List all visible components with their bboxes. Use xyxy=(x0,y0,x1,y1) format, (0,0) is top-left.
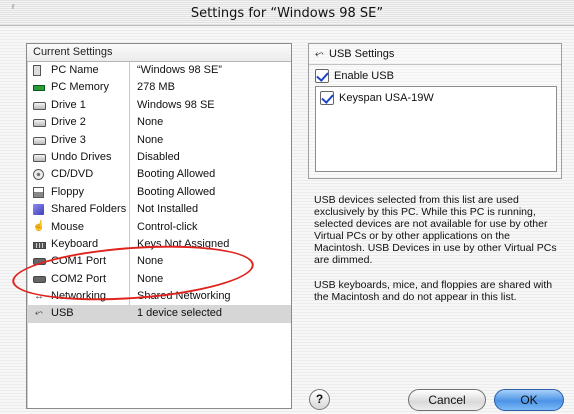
pc-icon xyxy=(33,65,41,76)
setting-value: Booting Allowed xyxy=(137,185,216,198)
drive-icon xyxy=(33,101,46,110)
undo-drive-icon xyxy=(33,153,46,162)
setting-name: COM1 Port xyxy=(51,255,107,268)
serial-port-icon xyxy=(33,258,46,266)
setting-value: None xyxy=(137,116,164,129)
networking-icon: ↔ xyxy=(34,290,44,302)
settings-row-networking[interactable]: ↔ Networking Shared Networking xyxy=(27,288,291,305)
drive-icon xyxy=(33,119,46,128)
mouse-icon: ☝ xyxy=(32,221,46,233)
serial-port-icon xyxy=(33,275,46,283)
current-settings-list: Current Settings PC Name “Windows 98 SE”… xyxy=(26,43,292,409)
setting-name: Drive 2 xyxy=(51,116,86,129)
window-title: Settings for “Windows 98 SE” xyxy=(190,6,384,21)
setting-name: Networking xyxy=(51,290,107,303)
setting-value: Windows 98 SE xyxy=(137,98,215,111)
settings-row-shared-folders[interactable]: Shared Folders Not Installed xyxy=(27,201,291,218)
floppy-icon xyxy=(33,186,44,198)
setting-name: COM2 Port xyxy=(51,272,107,285)
setting-name: USB xyxy=(51,307,74,320)
cancel-button[interactable]: Cancel xyxy=(408,389,486,411)
settings-row-com2-port[interactable]: COM2 Port None xyxy=(27,271,291,288)
settings-row-cd-dvd[interactable]: CD/DVD Booting Allowed xyxy=(27,166,291,183)
usb-device-checkbox[interactable] xyxy=(320,91,334,105)
usb-shared-note-text: USB keyboards, mice, and floppies are sh… xyxy=(314,279,553,303)
setting-value: Disabled xyxy=(137,150,180,163)
setting-name: Drive 1 xyxy=(51,98,86,111)
ok-button[interactable]: OK xyxy=(494,389,564,411)
setting-name: Shared Folders xyxy=(51,203,127,216)
setting-value: Not Installed xyxy=(137,203,199,216)
memory-icon xyxy=(33,85,45,92)
usb-settings-title: USB Settings xyxy=(329,48,395,60)
keyboard-icon xyxy=(33,241,46,249)
usb-settings-group: ⬿ USB Settings Enable USB Keyspan USA-19W xyxy=(308,43,562,179)
setting-value: 278 MB xyxy=(137,81,175,94)
shared-folder-icon xyxy=(33,204,44,216)
setting-name: CD/DVD xyxy=(51,168,94,181)
settings-row-usb[interactable]: ⬿ USB 1 device selected xyxy=(27,305,291,323)
drive-icon xyxy=(33,136,46,145)
settings-row-drive-3[interactable]: Drive 3 None xyxy=(27,132,291,149)
usb-icon: ⬿ xyxy=(35,308,43,320)
settings-row-undo-drives[interactable]: Undo Drives Disabled xyxy=(27,149,291,166)
setting-name: PC Memory xyxy=(51,81,110,94)
setting-name: Undo Drives xyxy=(51,150,112,163)
settings-row-mouse[interactable]: ☝ Mouse Control-click xyxy=(27,219,291,236)
title-bar: r Settings for “Windows 98 SE” xyxy=(0,0,574,26)
settings-row-com1-port[interactable]: COM1 Port None xyxy=(27,253,291,270)
settings-row-drive-2[interactable]: Drive 2 None xyxy=(27,114,291,131)
setting-value: Booting Allowed xyxy=(137,168,216,181)
settings-row-pc-name[interactable]: PC Name “Windows 98 SE” xyxy=(27,62,291,79)
setting-name: Mouse xyxy=(51,220,85,233)
setting-value: Keys Not Assigned xyxy=(137,237,230,250)
usb-device-label: Keyspan USA-19W xyxy=(339,92,434,104)
setting-value: Control-click xyxy=(137,220,198,233)
setting-name: PC Name xyxy=(51,64,99,76)
settings-row-drive-1[interactable]: Drive 1 Windows 98 SE xyxy=(27,97,291,114)
setting-value: None xyxy=(137,133,164,146)
setting-value: “Windows 98 SE” xyxy=(137,64,222,76)
setting-name: Floppy xyxy=(51,185,85,198)
setting-value: None xyxy=(137,272,164,285)
settings-row-pc-memory[interactable]: PC Memory 278 MB xyxy=(27,79,291,96)
cd-icon xyxy=(33,169,44,181)
enable-usb-label: Enable USB xyxy=(334,70,394,82)
setting-value: None xyxy=(137,255,164,268)
usb-description-text: USB devices selected from this list are … xyxy=(314,194,557,266)
help-button[interactable]: ? xyxy=(309,389,330,410)
usb-icon: ⬿ xyxy=(315,48,324,60)
settings-row-floppy[interactable]: Floppy Booting Allowed xyxy=(27,184,291,201)
settings-row-keyboard[interactable]: Keyboard Keys Not Assigned xyxy=(27,236,291,253)
current-settings-header: Current Settings xyxy=(27,44,291,62)
setting-value: 1 device selected xyxy=(137,307,222,320)
divider xyxy=(309,64,561,65)
usb-device-list[interactable]: Keyspan USA-19W xyxy=(315,86,557,172)
usb-settings-header: ⬿ USB Settings xyxy=(315,48,394,61)
setting-value: Shared Networking xyxy=(137,290,231,303)
enable-usb-checkbox[interactable] xyxy=(315,69,329,83)
setting-name: Drive 3 xyxy=(51,133,86,146)
setting-name: Keyboard xyxy=(51,237,99,250)
settings-rows: PC Name “Windows 98 SE” PC Memory 278 MB… xyxy=(27,62,291,323)
